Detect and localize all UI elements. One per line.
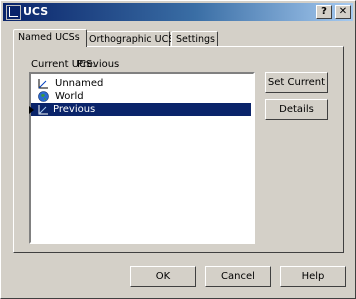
ucs-app-icon — [6, 5, 21, 20]
list-item-label: Previous — [31, 103, 251, 116]
help-button[interactable]: Help — [280, 266, 346, 287]
current-pointer-icon — [29, 106, 34, 114]
cancel-button[interactable]: Cancel — [205, 266, 271, 287]
window-title: UCS — [23, 5, 49, 18]
tab-named-ucss[interactable]: Named UCSs — [13, 29, 87, 47]
ucs-axis-icon — [38, 104, 49, 115]
details-button[interactable]: Details — [265, 99, 328, 120]
title-bar[interactable]: UCS ? ✕ — [3, 3, 353, 21]
set-current-button[interactable]: Set Current — [265, 72, 328, 93]
ucs-list[interactable]: Unnamed World Previous — [29, 72, 255, 244]
tab-orthographic-ucss[interactable]: Orthographic UCSs — [84, 31, 179, 47]
ok-button[interactable]: OK — [130, 266, 196, 287]
list-item-label: Unnamed — [55, 78, 104, 89]
list-item-selected[interactable]: Previous — [29, 103, 253, 116]
ucs-axis-icon — [38, 78, 49, 89]
list-item-label: World — [55, 91, 84, 102]
globe-icon — [38, 91, 49, 102]
ucs-dialog: UCS ? ✕ Named UCSs Orthographic UCSs Set… — [0, 0, 356, 299]
help-title-button[interactable]: ? — [316, 5, 332, 19]
tab-panel: Current UCS: Previous Unnamed World Prev… — [13, 46, 344, 253]
current-ucs-value: Previous — [77, 59, 120, 70]
close-button[interactable]: ✕ — [335, 5, 351, 19]
list-item[interactable]: World — [31, 90, 253, 103]
list-item[interactable]: Unnamed — [31, 77, 253, 90]
tab-settings[interactable]: Settings — [171, 31, 218, 47]
